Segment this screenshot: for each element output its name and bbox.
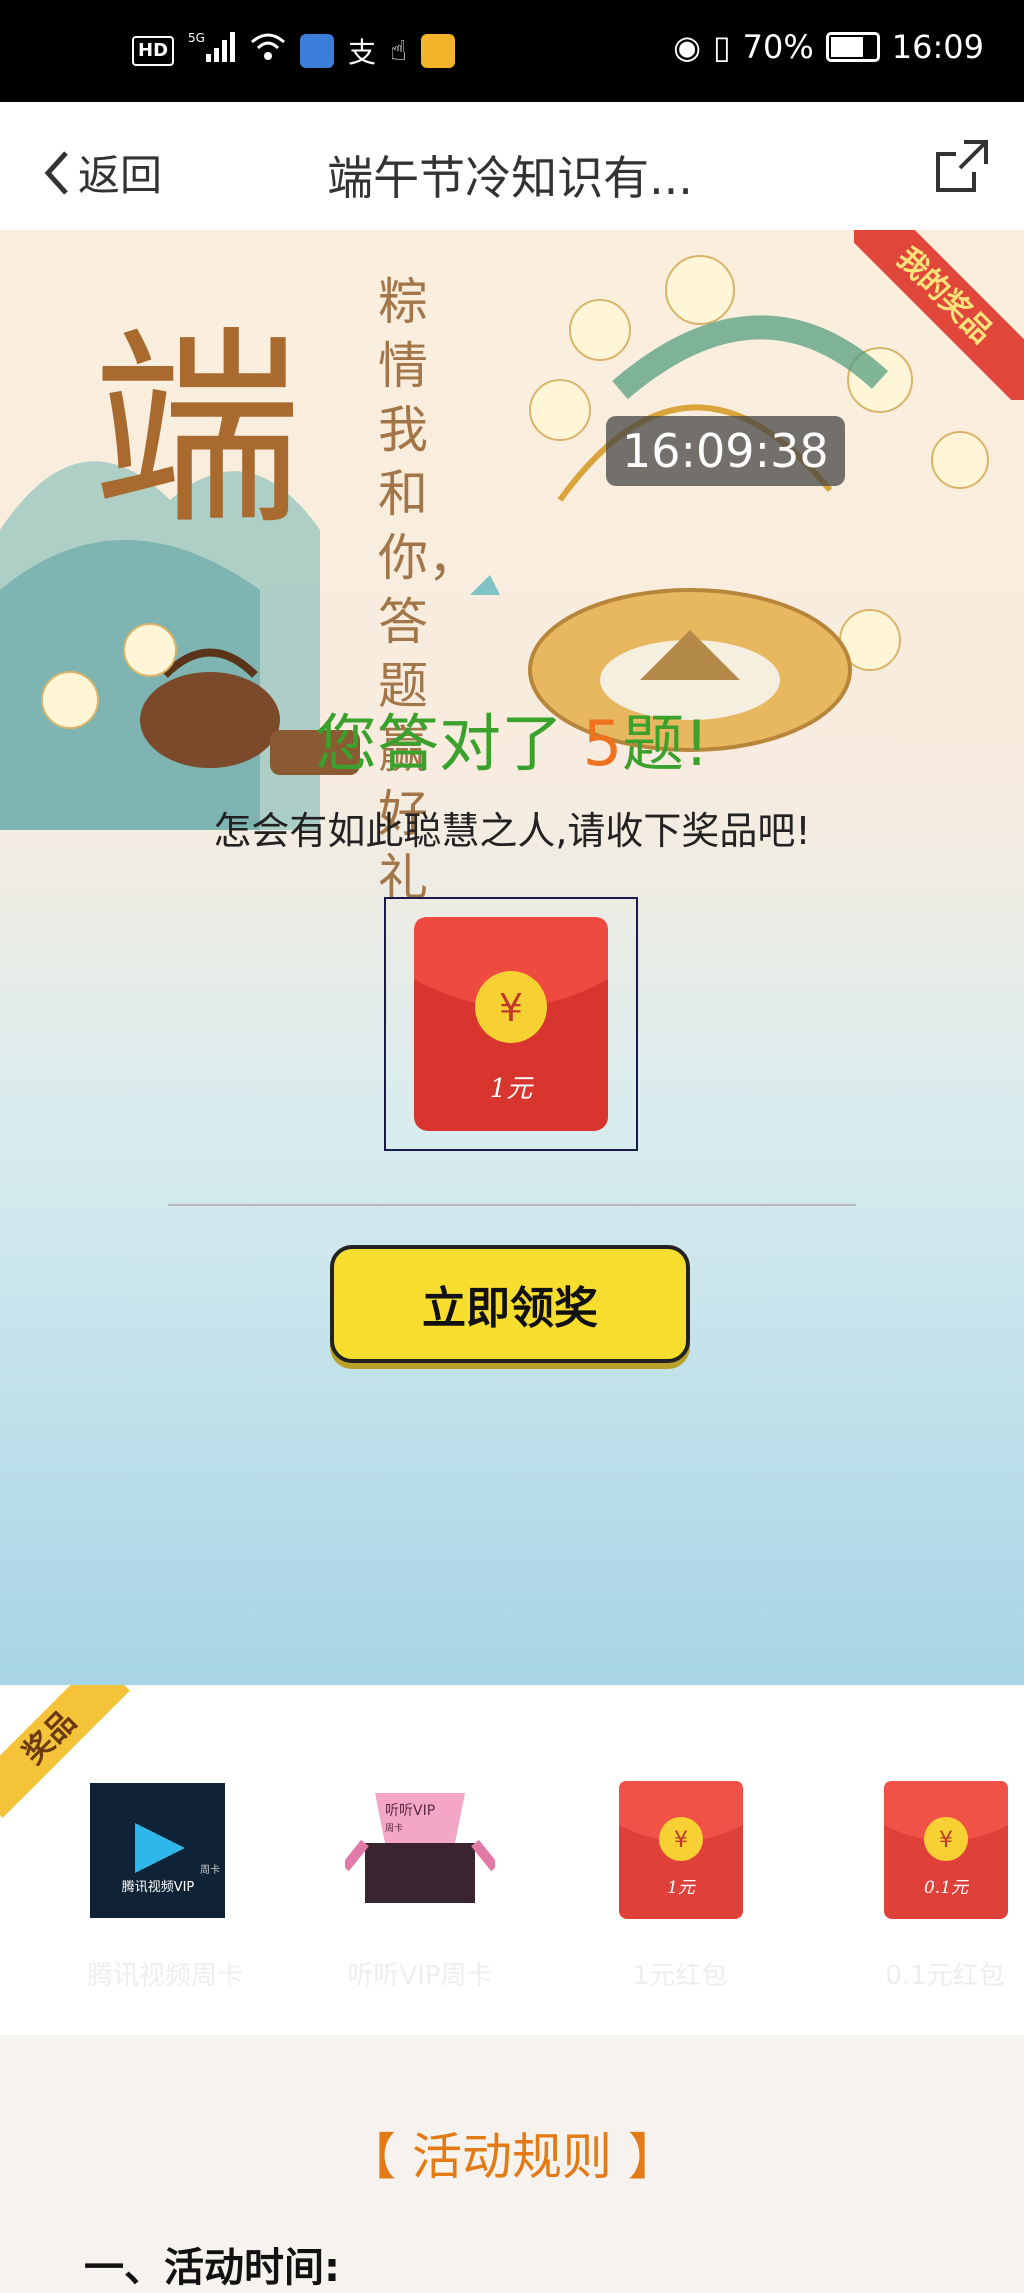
prize-label: 1元红包	[632, 1961, 728, 1991]
festival-big-character: 端	[92, 308, 303, 553]
prize-item-red-envelope-1[interactable]: ¥ 1元	[605, 1773, 755, 1923]
yuan-symbol: ¥	[499, 986, 523, 1030]
my-prizes-label: 我的奖品	[854, 230, 1024, 400]
red-envelope-icon: ¥ 1元	[414, 917, 608, 1131]
battery-percent: 70%	[742, 28, 814, 66]
rules-heading: 一、活动时间:	[84, 2245, 340, 2291]
prizes-section: 奖品 腾讯视频VIP 周卡 听听VIP 周卡 ¥ 1元 ¥ 0.1元 腾讯视频周…	[0, 1685, 1024, 2035]
prize-amount: 0.1元	[924, 1878, 970, 1898]
score-count: 5	[582, 707, 623, 780]
prize-label: 0.1元红包	[885, 1961, 1005, 1991]
status-bar: HD 5G 支 ☝ ◉ ▯ 70% 16:09	[0, 0, 1024, 102]
yuan-symbol: ¥	[674, 1828, 688, 1853]
claim-prize-button[interactable]: 立即领奖	[330, 1245, 690, 1363]
quiz-score: 您答对了 5题!	[0, 693, 1024, 783]
tingting-vip-title: 听听VIP	[385, 1803, 435, 1819]
prize-red-envelope[interactable]: ¥ 1元	[384, 897, 638, 1151]
navigation-bar: 返回 端午节冷知识有...	[0, 102, 1024, 230]
prize-item-red-envelope-0-1[interactable]: ¥ 0.1元	[870, 1773, 1020, 1923]
yuan-symbol: ¥	[939, 1828, 953, 1853]
my-prizes-ribbon[interactable]: 我的奖品	[854, 230, 1024, 400]
tingting-vip-icon: 听听VIP 周卡	[341, 1793, 499, 1903]
praise-text: 怎会有如此聪慧之人,请收下奖品吧!	[213, 809, 811, 853]
status-left: HD 5G 支 ☝	[132, 30, 456, 71]
mail-notification-icon	[421, 33, 456, 68]
score-prefix: 您答对了	[314, 707, 563, 780]
red-envelope-icon: ¥ 1元	[619, 1781, 743, 1919]
page-title: 端午节冷知识有...	[327, 151, 693, 205]
eye-icon: ◉	[673, 28, 702, 66]
back-button[interactable]: 返回	[42, 142, 162, 203]
status-time: 16:09	[891, 28, 984, 66]
vibrate-icon: ▯	[713, 28, 731, 66]
hand-icon: ☝	[390, 34, 408, 67]
share-icon[interactable]	[934, 138, 990, 194]
tencent-video-icon: 腾讯视频VIP 周卡	[90, 1783, 225, 1918]
signal-icon: 5G	[188, 30, 236, 71]
score-suffix: 题!	[622, 707, 710, 780]
battery-icon	[825, 32, 880, 62]
tencent-vip-sub: 周卡	[200, 1863, 220, 1876]
alipay-icon: 支	[348, 35, 377, 69]
prize-item-tencent-vip[interactable]: 腾讯视频VIP 周卡	[90, 1773, 240, 1923]
svg-text:5G: 5G	[188, 31, 205, 45]
countdown-clock: 16:09:38	[606, 416, 845, 486]
status-right: ◉ ▯ 70% 16:09	[673, 28, 984, 66]
hd-indicator: HD	[132, 35, 175, 66]
prize-label: 腾讯视频周卡	[86, 1961, 243, 1991]
chevron-left-icon	[44, 150, 68, 195]
prize-amount: 1元	[667, 1878, 697, 1898]
rules-section: 【 活动规则 】 一、活动时间:	[0, 2035, 1024, 2291]
app-notification-icon	[300, 33, 335, 68]
divider	[168, 1204, 856, 1206]
red-envelope-icon: ¥ 0.1元	[884, 1781, 1008, 1919]
rules-title: 【 活动规则 】	[346, 2128, 678, 2186]
prize-label: 听听VIP周卡	[347, 1961, 493, 1991]
tingting-vip-sub: 周卡	[385, 1822, 403, 1834]
prize-item-tingting-vip[interactable]: 听听VIP 周卡	[341, 1773, 499, 1923]
tencent-vip-title: 腾讯视频VIP	[122, 1879, 195, 1895]
back-label: 返回	[78, 151, 163, 200]
prize-amount: 1元	[490, 1074, 535, 1104]
wifi-icon	[250, 32, 286, 69]
